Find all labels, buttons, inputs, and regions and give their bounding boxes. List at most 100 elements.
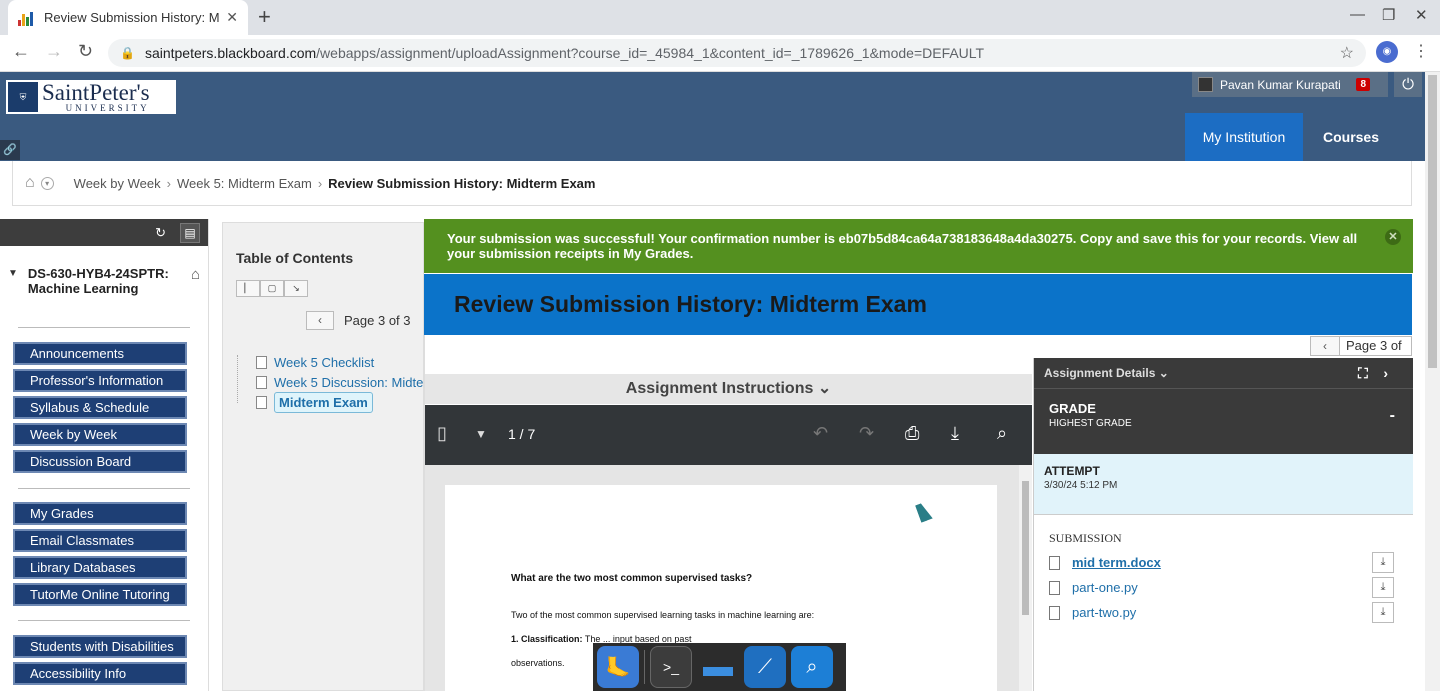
menu-week-by-week[interactable]: Week by Week [13,423,187,446]
address-bar: ← → ↻ 🔒 saintpeters.blackboard.com/webap… [0,35,1440,72]
lock-icon: 🔒 [120,46,135,60]
file-icon [1049,555,1060,570]
download-icon[interactable]: ⤓ [1372,602,1394,623]
breadcrumb-week5[interactable]: Week 5: Midterm Exam [177,176,312,191]
page-scrollbar[interactable] [1425,72,1440,691]
bookmark-star-icon[interactable]: ☆ [1340,43,1354,63]
quick-links-icon[interactable]: 🔗 [0,140,20,160]
document-icon [256,396,267,409]
browser-menu-icon[interactable]: ⋮ [1413,41,1429,61]
back-icon[interactable]: ← [12,41,30,62]
assignment-details-toggle[interactable]: Assignment Details ⌄ ⛶ › [1034,358,1413,388]
refresh-icon[interactable]: ↻ [155,225,166,241]
course-name[interactable]: DS-630-HYB4-24SPTR: Machine Learning [28,266,178,296]
university-logo[interactable]: ⛨ SaintPeter's UNIVERSITY [6,80,176,114]
pdf-question: What are the two most common supervised … [511,573,753,584]
menu-professors-information[interactable]: Professor's Information [13,369,187,392]
pdf-text-bold: 1. Classification: [511,634,583,644]
fullscreen-icon[interactable]: ⛶ [1358,365,1368,381]
dropdown-icon[interactable]: ▼ [475,427,487,441]
blackboard-favicon-icon [18,10,34,26]
file-link[interactable]: part-one.py [1072,580,1138,595]
menu-students-disabilities[interactable]: Students with Disabilities [13,635,187,658]
folder-icon[interactable]: ▬ [697,646,739,688]
taskbar-dock: 🦶 >_ ▬ ⟋ ⌕ [593,643,846,691]
url-host: saintpeters.blackboard.com [144,45,317,61]
sidebar-toggle-icon[interactable]: ▯ [437,423,447,444]
breadcrumb-week-by-week[interactable]: Week by Week [74,176,161,191]
menu-accessibility-info[interactable]: Accessibility Info [13,662,187,685]
menu-my-grades[interactable]: My Grades [13,502,187,525]
reload-icon[interactable]: ↻ [78,41,93,62]
home-icon[interactable]: ⌂ [25,174,35,192]
redo-icon[interactable]: ↷ [859,423,874,444]
menu-discussion-board[interactable]: Discussion Board [13,450,187,473]
assignment-instructions-label: Assignment Instructions [625,380,814,397]
restore-icon[interactable]: ❐ [1382,6,1395,24]
tab-title: Review Submission History: M [44,10,220,25]
file-link[interactable]: mid term.docx [1072,555,1161,570]
toc-title: Table of Contents [236,250,354,266]
logout-power-icon[interactable]: ⏻ [1394,72,1422,97]
folder-view-icon[interactable]: ▤ [180,222,200,243]
menu-email-classmates[interactable]: Email Classmates [13,529,187,552]
search-icon[interactable]: ⌕ [997,423,1007,444]
page-title: Review Submission History: Midterm Exam [454,291,927,317]
notification-badge[interactable]: 8 [1356,78,1370,91]
toc-popout-icon[interactable]: ↘ [284,280,308,297]
download-icon[interactable]: ⤓ [1372,552,1394,573]
toc-expand-icon[interactable]: ▢ [260,280,284,297]
toc-item[interactable]: Week 5 Discussion: Midterm [256,375,438,390]
toc-prev-page-icon[interactable]: ‹ [306,311,334,330]
download-icon[interactable]: ⤓ [951,423,959,444]
url-path: /webapps/assignment/uploadAssignment?cou… [316,45,985,61]
chevron-right-icon[interactable]: › [1383,365,1388,381]
toc-item[interactable]: Week 5 Checklist [256,355,374,370]
toc-page-indicator: Page 3 of 3 [344,313,411,328]
attempt-section[interactable]: ATTEMPT 3/30/24 5:12 PM [1034,454,1413,515]
terminal-icon[interactable]: >_ [650,646,692,688]
page-scroll-thumb[interactable] [1428,75,1437,368]
tab-my-institution[interactable]: My Institution [1185,113,1303,161]
window-close-icon[interactable]: ✕ [1415,6,1428,24]
print-icon[interactable]: ⎙ [905,423,919,444]
user-menu[interactable]: Pavan Kumar Kurapati 8 [1192,72,1388,97]
toc-item-active[interactable]: Midterm Exam [256,392,373,413]
browser-app-icon[interactable]: ⟋ [744,646,786,688]
download-icon[interactable]: ⤓ [1372,577,1394,598]
tab-close-icon[interactable]: ✕ [226,9,238,26]
course-home-icon[interactable]: ⌂ [191,266,200,296]
pdf-text-line: Two of the most common supervised learni… [511,610,815,620]
grade-label: GRADE [1049,401,1096,416]
profile-avatar-icon[interactable]: ◉ [1376,41,1398,63]
collapse-triangle-icon[interactable]: ▼ [8,268,18,296]
grade-value: - [1389,407,1395,424]
pdf-scroll-thumb[interactable] [1022,481,1029,615]
assignment-details-label: Assignment Details [1044,366,1156,380]
menu-announcements[interactable]: Announcements [13,342,187,365]
minimize-icon[interactable]: — [1350,6,1365,23]
tab-courses[interactable]: Courses [1303,113,1399,161]
prev-page-icon[interactable]: ‹ [1310,336,1340,356]
pdf-scrollbar[interactable] [1019,465,1032,691]
forward-icon[interactable]: → [45,41,63,62]
url-field[interactable]: 🔒 saintpeters.blackboard.com/webapps/ass… [108,39,1366,67]
file-icon [1049,580,1060,595]
menu-tutorme[interactable]: TutorMe Online Tutoring [13,583,187,606]
browser-tab[interactable]: Review Submission History: M ✕ [8,0,248,35]
menu-syllabus-schedule[interactable]: Syllabus & Schedule [13,396,187,419]
submission-section: SUBMISSION mid term.docx ⤓ part-one.py ⤓… [1034,515,1413,623]
chevron-down-icon[interactable]: ▾ [40,176,54,190]
menu-library-databases[interactable]: Library Databases [13,556,187,579]
close-banner-icon[interactable]: ✕ [1385,229,1401,245]
toc-collapse-icon[interactable]: ▏ [236,280,260,297]
new-tab-icon[interactable]: + [258,4,271,30]
undo-icon[interactable]: ↶ [813,423,828,444]
success-banner: Your submission was successful! Your con… [424,219,1413,273]
assignment-instructions-toggle[interactable]: Assignment Instructions ⌄ [425,374,1032,404]
gnome-foot-icon[interactable]: 🦶 [597,646,639,688]
dock-separator [644,650,645,684]
search-app-icon[interactable]: ⌕ [791,646,833,688]
grade-sub-label: HIGHEST GRADE [1049,418,1132,429]
file-link[interactable]: part-two.py [1072,605,1136,620]
